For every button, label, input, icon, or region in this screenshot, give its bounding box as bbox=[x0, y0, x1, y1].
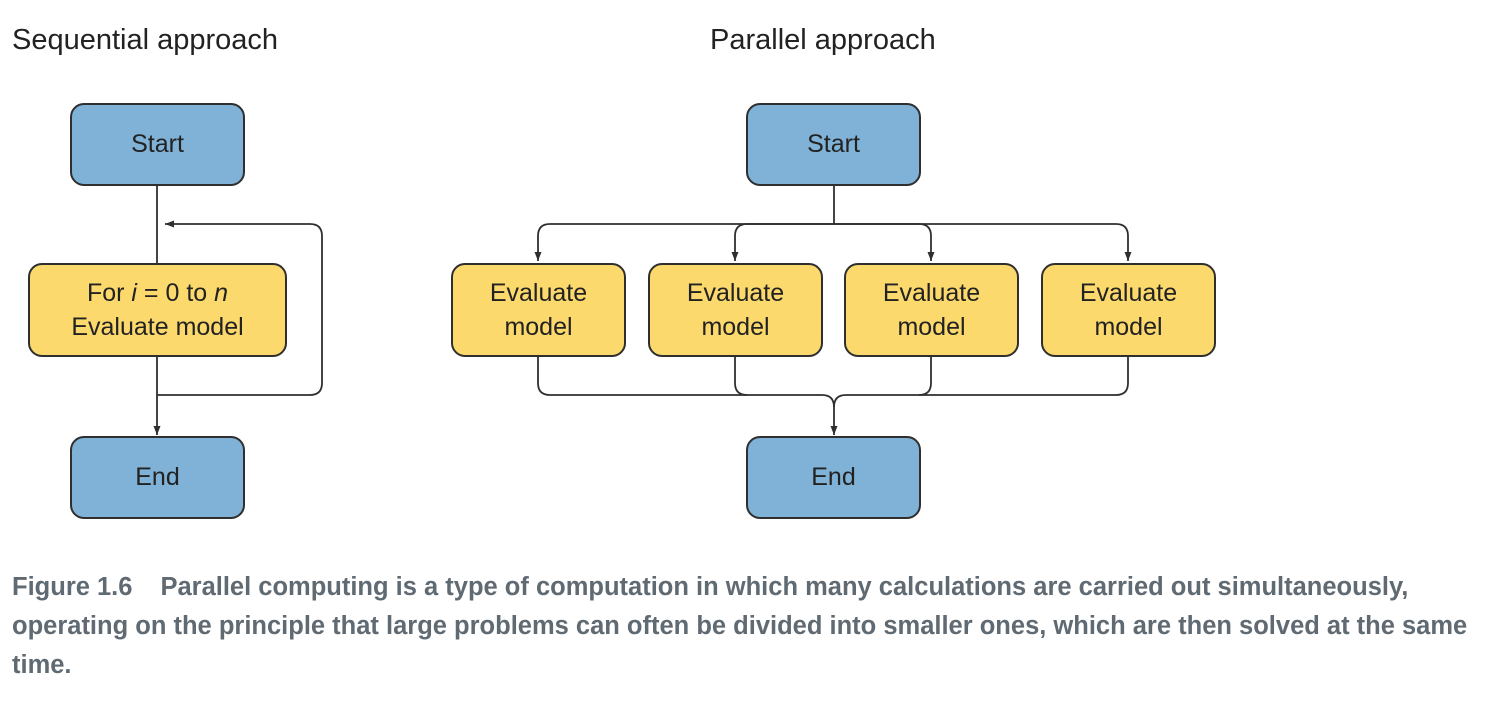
par-worker-node: Evaluate model bbox=[451, 263, 626, 357]
par-fanout-arrow-1 bbox=[534, 223, 834, 261]
par-fanout-arrow-2 bbox=[731, 223, 834, 261]
seq-loop-var-n: n bbox=[214, 278, 229, 307]
par-worker-line2: model bbox=[1094, 313, 1163, 341]
par-merge-line-2 bbox=[734, 355, 748, 396]
caption-text: Parallel computing is a type of computat… bbox=[12, 573, 1468, 679]
parallel-title: Parallel approach bbox=[710, 24, 936, 56]
seq-loop-prefix: For bbox=[86, 278, 132, 307]
par-merge-line-4 bbox=[833, 355, 1129, 408]
par-merge-line-1 bbox=[537, 355, 835, 408]
par-worker-line2: model bbox=[701, 313, 770, 341]
sequential-title: Sequential approach bbox=[12, 24, 279, 56]
seq-end-node: End bbox=[70, 436, 245, 519]
seq-loop-middle: = 0 to bbox=[136, 278, 215, 307]
seq-start-label: Start bbox=[131, 130, 184, 159]
figure-number: Figure 1.6 bbox=[12, 573, 133, 601]
par-worker-node: Evaluate model bbox=[648, 263, 823, 357]
par-worker-line1: Evaluate bbox=[1079, 278, 1178, 307]
par-end-node: End bbox=[746, 436, 921, 519]
par-end-label: End bbox=[811, 463, 856, 492]
par-worker-line1: Evaluate bbox=[686, 278, 785, 307]
par-worker-line1: Evaluate bbox=[882, 278, 981, 307]
par-worker-line1: Evaluate bbox=[489, 278, 588, 307]
seq-loop-node: For i = 0 to n Evaluate model bbox=[28, 263, 287, 357]
par-worker-node: Evaluate model bbox=[844, 263, 1019, 357]
seq-loop-line1: For i = 0 to n bbox=[87, 276, 228, 311]
par-merge-line-3 bbox=[918, 355, 932, 396]
seq-end-label: End bbox=[135, 463, 180, 492]
par-fanout-arrow-3 bbox=[834, 223, 935, 261]
figure-caption: Figure 1.6 Parallel computing is a type o… bbox=[12, 568, 1472, 685]
par-worker-node: Evaluate model bbox=[1041, 263, 1216, 357]
seq-start-node: Start bbox=[70, 103, 245, 186]
par-worker-line2: model bbox=[897, 313, 966, 341]
par-fanout-arrow-4 bbox=[834, 223, 1132, 261]
seq-loop-line2: Evaluate model bbox=[71, 313, 244, 341]
par-start-node: Start bbox=[746, 103, 921, 186]
par-start-label: Start bbox=[807, 130, 860, 159]
par-worker-line2: model bbox=[504, 313, 573, 341]
